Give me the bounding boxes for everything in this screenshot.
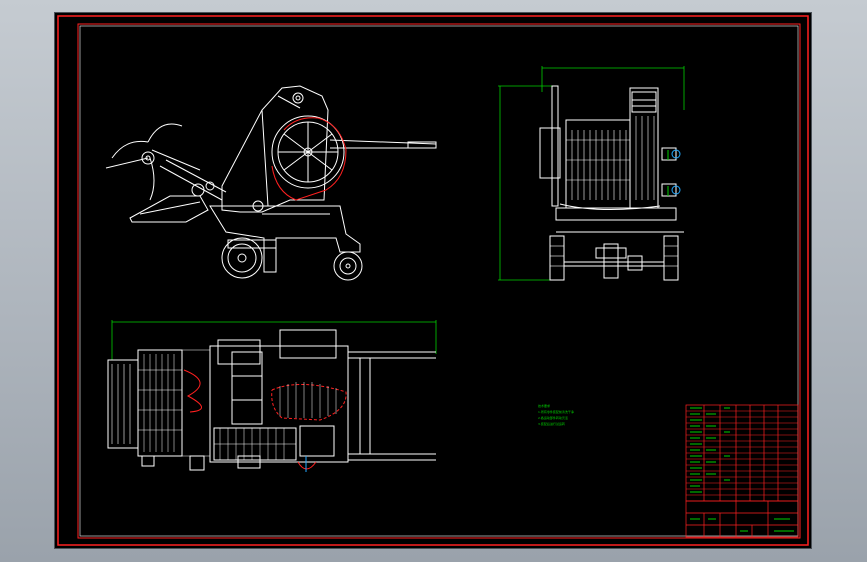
title-block [685,500,799,538]
plan-view-dimensions [111,320,437,360]
notes-line-3: 3.装配后进行试运转 [538,422,565,426]
end-elevation-view [498,66,685,281]
side-elevation-view [105,85,437,281]
inner-border [77,23,801,539]
drawing-frame [79,25,799,537]
plan-view [107,320,437,472]
technical-notes: 技术要求 1.所有零件装配前清洗干净 2.各运动部件转动灵活 3.装配后进行试运… [538,403,588,427]
parts-list-table [685,404,799,502]
drawing-sheet[interactable]: 技术要求 1.所有零件装配前清洗干净 2.各运动部件转动灵活 3.装配后进行试运… [55,13,811,548]
outer-border [57,15,809,546]
cad-drawing [57,15,809,546]
